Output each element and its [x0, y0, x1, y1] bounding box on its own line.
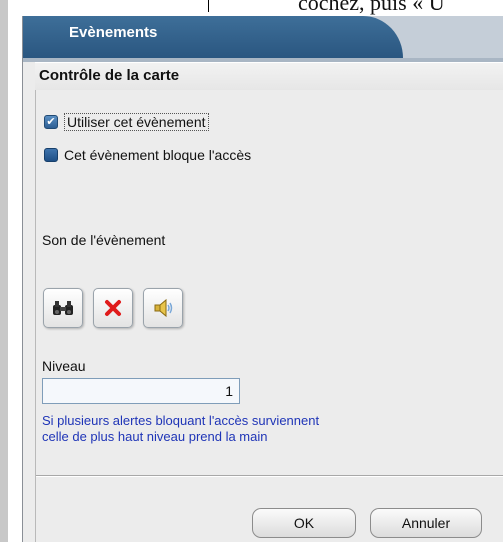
- blocks-access-checkbox[interactable]: Cet évènement bloque l'accès: [44, 147, 251, 163]
- checkbox-checked-icon[interactable]: [44, 115, 58, 129]
- title-bar[interactable]: Evènements: [23, 16, 503, 62]
- section-title: Contrôle de la carte: [39, 67, 180, 84]
- section-header: Contrôle de la carte: [35, 62, 503, 92]
- info-line-1: Si plusieurs alertes bloquant l'accès su…: [42, 413, 320, 428]
- delete-icon: [105, 300, 121, 316]
- window-title: Evènements: [69, 24, 158, 41]
- footer-divider: [36, 475, 503, 477]
- info-line-2: celle de plus haut niveau prend la main: [42, 429, 268, 444]
- title-tab[interactable]: Evènements: [23, 16, 403, 58]
- use-event-label: Utiliser cet évènement: [64, 113, 209, 131]
- dialog-body: Utiliser cet évènement Cet évènement blo…: [35, 90, 503, 542]
- level-input[interactable]: 1: [42, 378, 240, 404]
- background-document-text: cochez, puis « U: [298, 0, 445, 15]
- level-label: Niveau: [42, 358, 86, 374]
- cancel-button[interactable]: Annuler: [370, 508, 482, 538]
- info-text: Si plusieurs alertes bloquant l'accès su…: [42, 413, 319, 445]
- binoculars-icon: [53, 301, 73, 315]
- play-sound-button[interactable]: [143, 288, 183, 328]
- use-event-checkbox[interactable]: Utiliser cet évènement: [44, 113, 209, 131]
- delete-sound-button[interactable]: [93, 288, 133, 328]
- speaker-icon: [154, 298, 173, 318]
- ok-button[interactable]: OK: [252, 508, 356, 538]
- background-window-edge: [0, 0, 8, 542]
- checkbox-unchecked-icon[interactable]: [44, 148, 58, 162]
- browse-sound-button[interactable]: [43, 288, 83, 328]
- background-divider: [208, 0, 209, 12]
- events-dialog: Evènements Contrôle de la carte Utiliser…: [22, 16, 503, 542]
- blocks-access-label: Cet évènement bloque l'accès: [64, 147, 252, 163]
- sound-label: Son de l'évènement: [42, 232, 166, 248]
